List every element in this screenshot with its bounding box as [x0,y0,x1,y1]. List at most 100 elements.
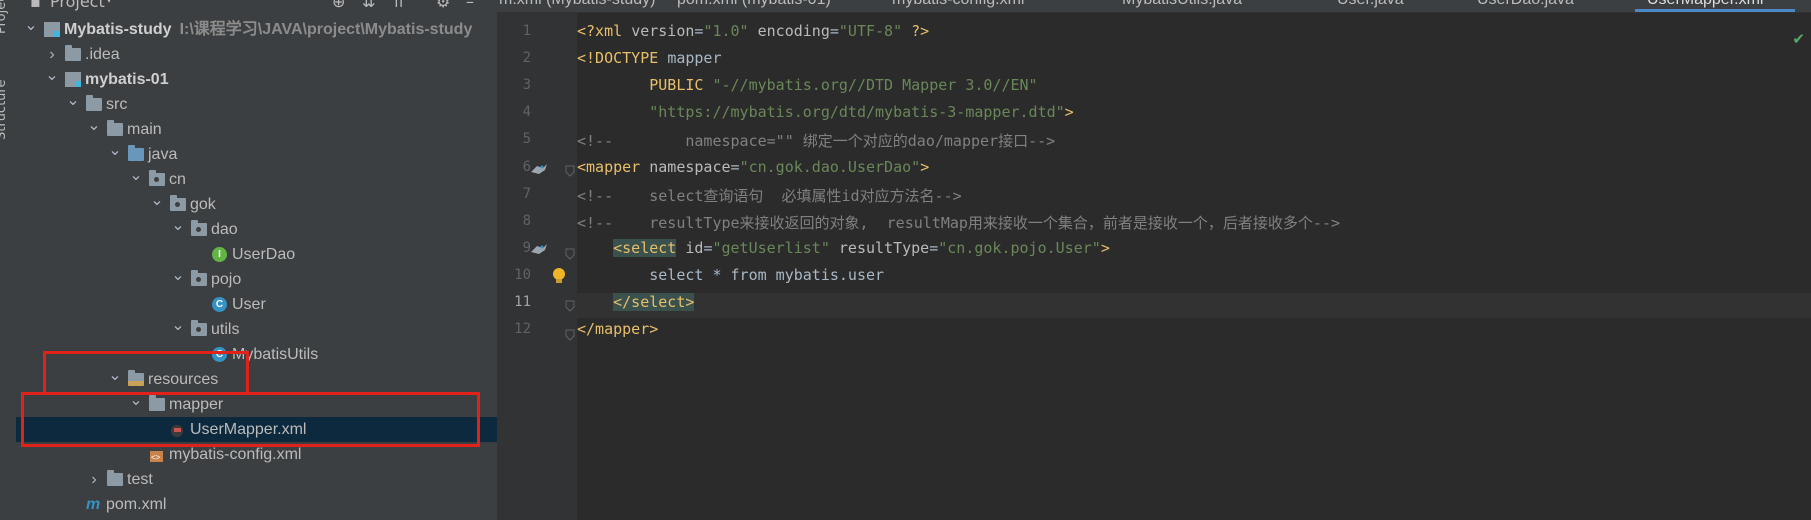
tree-item-user[interactable]: C User [16,292,497,317]
project-panel-title[interactable]: Project [50,0,105,11]
chevron-down-icon[interactable]: ▾ [106,0,112,6]
code-line: <!-- resultType来接收返回的对象, resultMap用来接收一个… [577,212,1340,233]
chevron-down-icon[interactable]: ⌄ [66,88,80,113]
chevron-down-icon[interactable]: ⌄ [171,263,185,288]
module-icon [44,22,60,37]
folder-icon: ▪ [30,0,41,11]
mybatis-navigate-icon[interactable] [529,161,549,180]
package-icon [149,170,165,186]
xml-file-icon: <> [149,447,164,462]
code-token: <!DOCTYPE [577,49,668,68]
tree-item-dao[interactable]: ⌄ dao [16,217,497,242]
chevron-down-icon[interactable]: ⌄ [108,138,122,163]
chevron-down-icon[interactable]: ⌄ [171,213,185,238]
code-line: "https://mybatis.org/dtd/mybatis-3-mappe… [577,103,1074,122]
code-line: select * from mybatis.user [577,266,884,284]
fold-marker-icon[interactable] [565,297,575,316]
code-token: "1.0" [703,22,749,40]
chevron-down-icon[interactable]: ⌄ [171,313,185,338]
tree-item-label: main [127,121,162,138]
code-token: <mapper [577,157,650,176]
highlight-box-mapper [21,392,480,447]
tree-item-mybatis-study[interactable]: ⌄ Mybatis-study I:\课程学习\JAVA\project\Mybat… [16,17,497,42]
folder-icon [107,470,123,486]
tree-item-cn[interactable]: ⌄ cn [16,167,497,192]
code-token: resultType [838,238,930,257]
tab-userdao-java[interactable]: UserDao.java [1477,0,1574,9]
line-number: 9 [522,239,531,256]
fold-marker-icon[interactable] [565,162,575,181]
tab-m-xml-mybatis-study-[interactable]: m.xml (Mybatis-study) [499,0,655,9]
tree-item-mybatis-01[interactable]: ⌄ mybatis-01 [16,67,497,92]
tab-pom-xml-mybatis-01-[interactable]: pom.xml (mybatis-01) [677,0,831,9]
left-tool-strip: Project Structure [0,0,17,520]
chevron-down-icon[interactable]: ⌄ [150,188,164,213]
fold-marker-icon[interactable] [565,326,575,345]
code-line: </mapper> [577,320,658,338]
package-icon [191,220,207,236]
minimize-icon[interactable]: – [466,0,474,11]
tree-item-label: mybatis-01 [85,71,169,88]
line-number: 12 [514,321,531,338]
tab-usermapper-xml[interactable]: UserMapper.xml [1647,0,1763,9]
code-token: </mapper> [577,320,659,339]
project-tool-tab[interactable]: Project [0,0,9,34]
tree-item-java[interactable]: ⌄ java [16,142,497,167]
tree-item-label: Mybatis-study I:\课程学习\JAVA\project\Mybati… [64,21,473,38]
code-token: "https://mybatis.org/dtd/mybatis-3-mappe… [649,103,1065,122]
chevron-down-icon[interactable]: ⌄ [129,163,143,188]
code-token: <!-- namespace="" 绑定一个对应的dao/mapper接口--> [577,132,1056,151]
tree-item-pom-xml[interactable]: m pom.xml [16,492,497,517]
code-token: id [685,238,704,257]
line-number: 2 [522,50,531,67]
tree-item-pojo[interactable]: ⌄ pojo [16,267,497,292]
tree-item--idea[interactable]: › .idea [16,42,497,67]
folder-icon [65,45,81,61]
line-number: 6 [522,158,531,175]
collapse-all-icon[interactable]: ⇈ [392,0,405,11]
code-line: <?xml version="1.0" encoding="UTF-8" ?> [577,22,929,40]
mybatis-navigate-icon[interactable] [529,241,549,260]
tree-item-label: utils [211,321,240,338]
lightbulb-icon[interactable] [552,267,566,289]
chevron-down-icon[interactable]: ⌄ [45,63,59,88]
line-number: 4 [522,104,531,121]
code-token: > [1064,103,1074,122]
svg-text:<>: <> [151,453,161,462]
expand-all-icon[interactable]: ⇊ [362,0,375,11]
code-editor[interactable]: <?xml version="1.0" encoding="UTF-8" ?> <… [577,12,1811,520]
tree-item-utils[interactable]: ⌄ utils [16,317,497,342]
tree-item-path: I:\课程学习\JAVA\project\Mybatis-study [179,21,473,38]
tab-mybatis-config-xml[interactable]: mybatis-config.xml [892,0,1024,9]
tab-mybatisutils-java[interactable]: MybatisUtils.java [1122,0,1242,9]
tree-item-userdao[interactable]: I UserDao [16,242,497,267]
inspection-ok-icon[interactable]: ✔ [1792,30,1805,48]
target-icon[interactable]: ⊕ [332,0,345,11]
tree-item-main[interactable]: ⌄ main [16,117,497,142]
code-token: version [631,22,695,40]
tab-user-java[interactable]: User.java [1337,0,1404,9]
fold-marker-icon[interactable] [565,245,575,264]
gear-icon[interactable]: ⚙ [436,0,450,11]
code-token: "cn.gok.dao.UserDao" [739,157,921,176]
folder-icon [107,120,123,136]
code-token: namespace [649,157,731,176]
project-panel: ▪ Project ▾ ⊕ ⇊ ⇈ ⚙ – ⌄Mybatis-studyI:\课… [16,0,497,520]
code-token: "getUserlist" [712,238,830,257]
structure-tool-tab[interactable]: Structure [0,80,9,140]
code-line: <select id="getUserlist" resultType="cn.… [577,238,1110,257]
chevron-down-icon[interactable]: ⌄ [24,13,38,38]
package-icon [191,320,207,336]
line-number: 8 [522,212,531,229]
tree-item-gok[interactable]: ⌄ gok [16,192,497,217]
tree-item-label: src [106,96,128,113]
folder-icon [128,145,144,161]
tree-item-test[interactable]: › test [16,467,497,492]
code-token: "UTF-8" [838,22,903,40]
chevron-right-icon[interactable]: › [87,467,101,492]
chevron-down-icon[interactable]: ⌄ [87,113,101,138]
